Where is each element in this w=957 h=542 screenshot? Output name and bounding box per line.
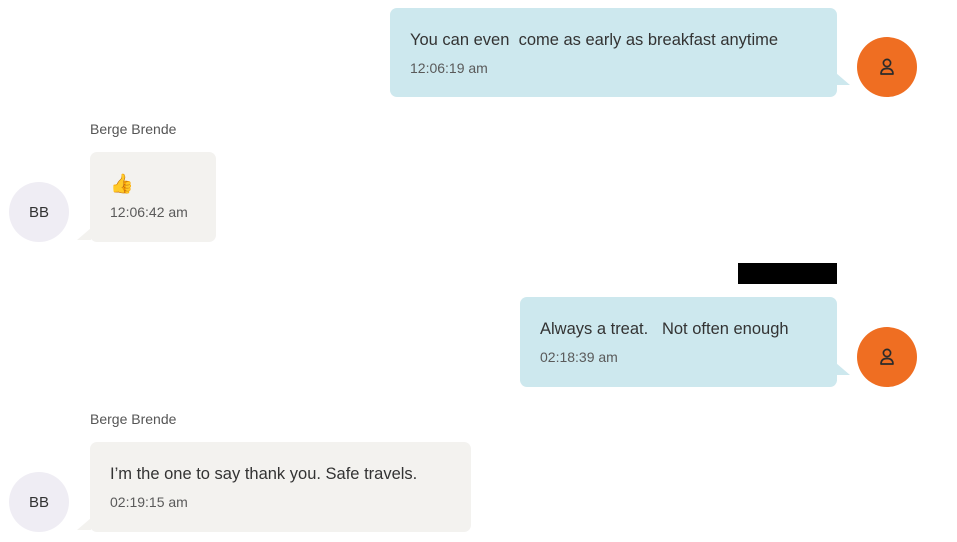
bubble-tail — [77, 228, 91, 240]
redacted-sender-name — [738, 263, 837, 284]
message-bubble-outgoing[interactable]: Always a treat. Not often enough 02:18:3… — [520, 297, 837, 387]
message-timestamp: 12:06:19 am — [410, 60, 488, 76]
message-bubble-incoming[interactable]: 👍 12:06:42 am — [90, 152, 216, 242]
sender-name: Berge Brende — [90, 121, 177, 137]
user-icon — [880, 58, 894, 75]
bubble-tail — [77, 518, 91, 530]
chat-thread: You can even come as early as breakfast … — [0, 0, 957, 542]
sender-name: Berge Brende — [90, 411, 177, 427]
message-text: I’m the one to say thank you. Safe trave… — [110, 465, 418, 483]
user-icon — [880, 348, 894, 365]
message-timestamp: 02:18:39 am — [540, 349, 618, 365]
message-bubble-outgoing[interactable]: You can even come as early as breakfast … — [390, 8, 837, 97]
bubble-tail — [836, 363, 850, 375]
message-text: Always a treat. Not often enough — [540, 320, 789, 338]
avatar-initials: BB — [28, 493, 49, 511]
bubble-tail — [836, 73, 850, 85]
my-avatar[interactable] — [857, 37, 917, 97]
message-timestamp: 02:19:15 am — [110, 494, 188, 510]
message-bubble-incoming[interactable]: I’m the one to say thank you. Safe trave… — [90, 442, 471, 532]
avatar-initials: BB — [28, 203, 49, 221]
contact-avatar[interactable]: BB — [9, 472, 69, 532]
my-avatar[interactable] — [857, 327, 917, 387]
contact-avatar[interactable]: BB — [9, 182, 69, 242]
message-timestamp: 12:06:42 am — [110, 204, 188, 220]
thumbs-up-emoji: 👍 — [110, 173, 134, 195]
message-text: You can even come as early as breakfast … — [410, 31, 779, 49]
